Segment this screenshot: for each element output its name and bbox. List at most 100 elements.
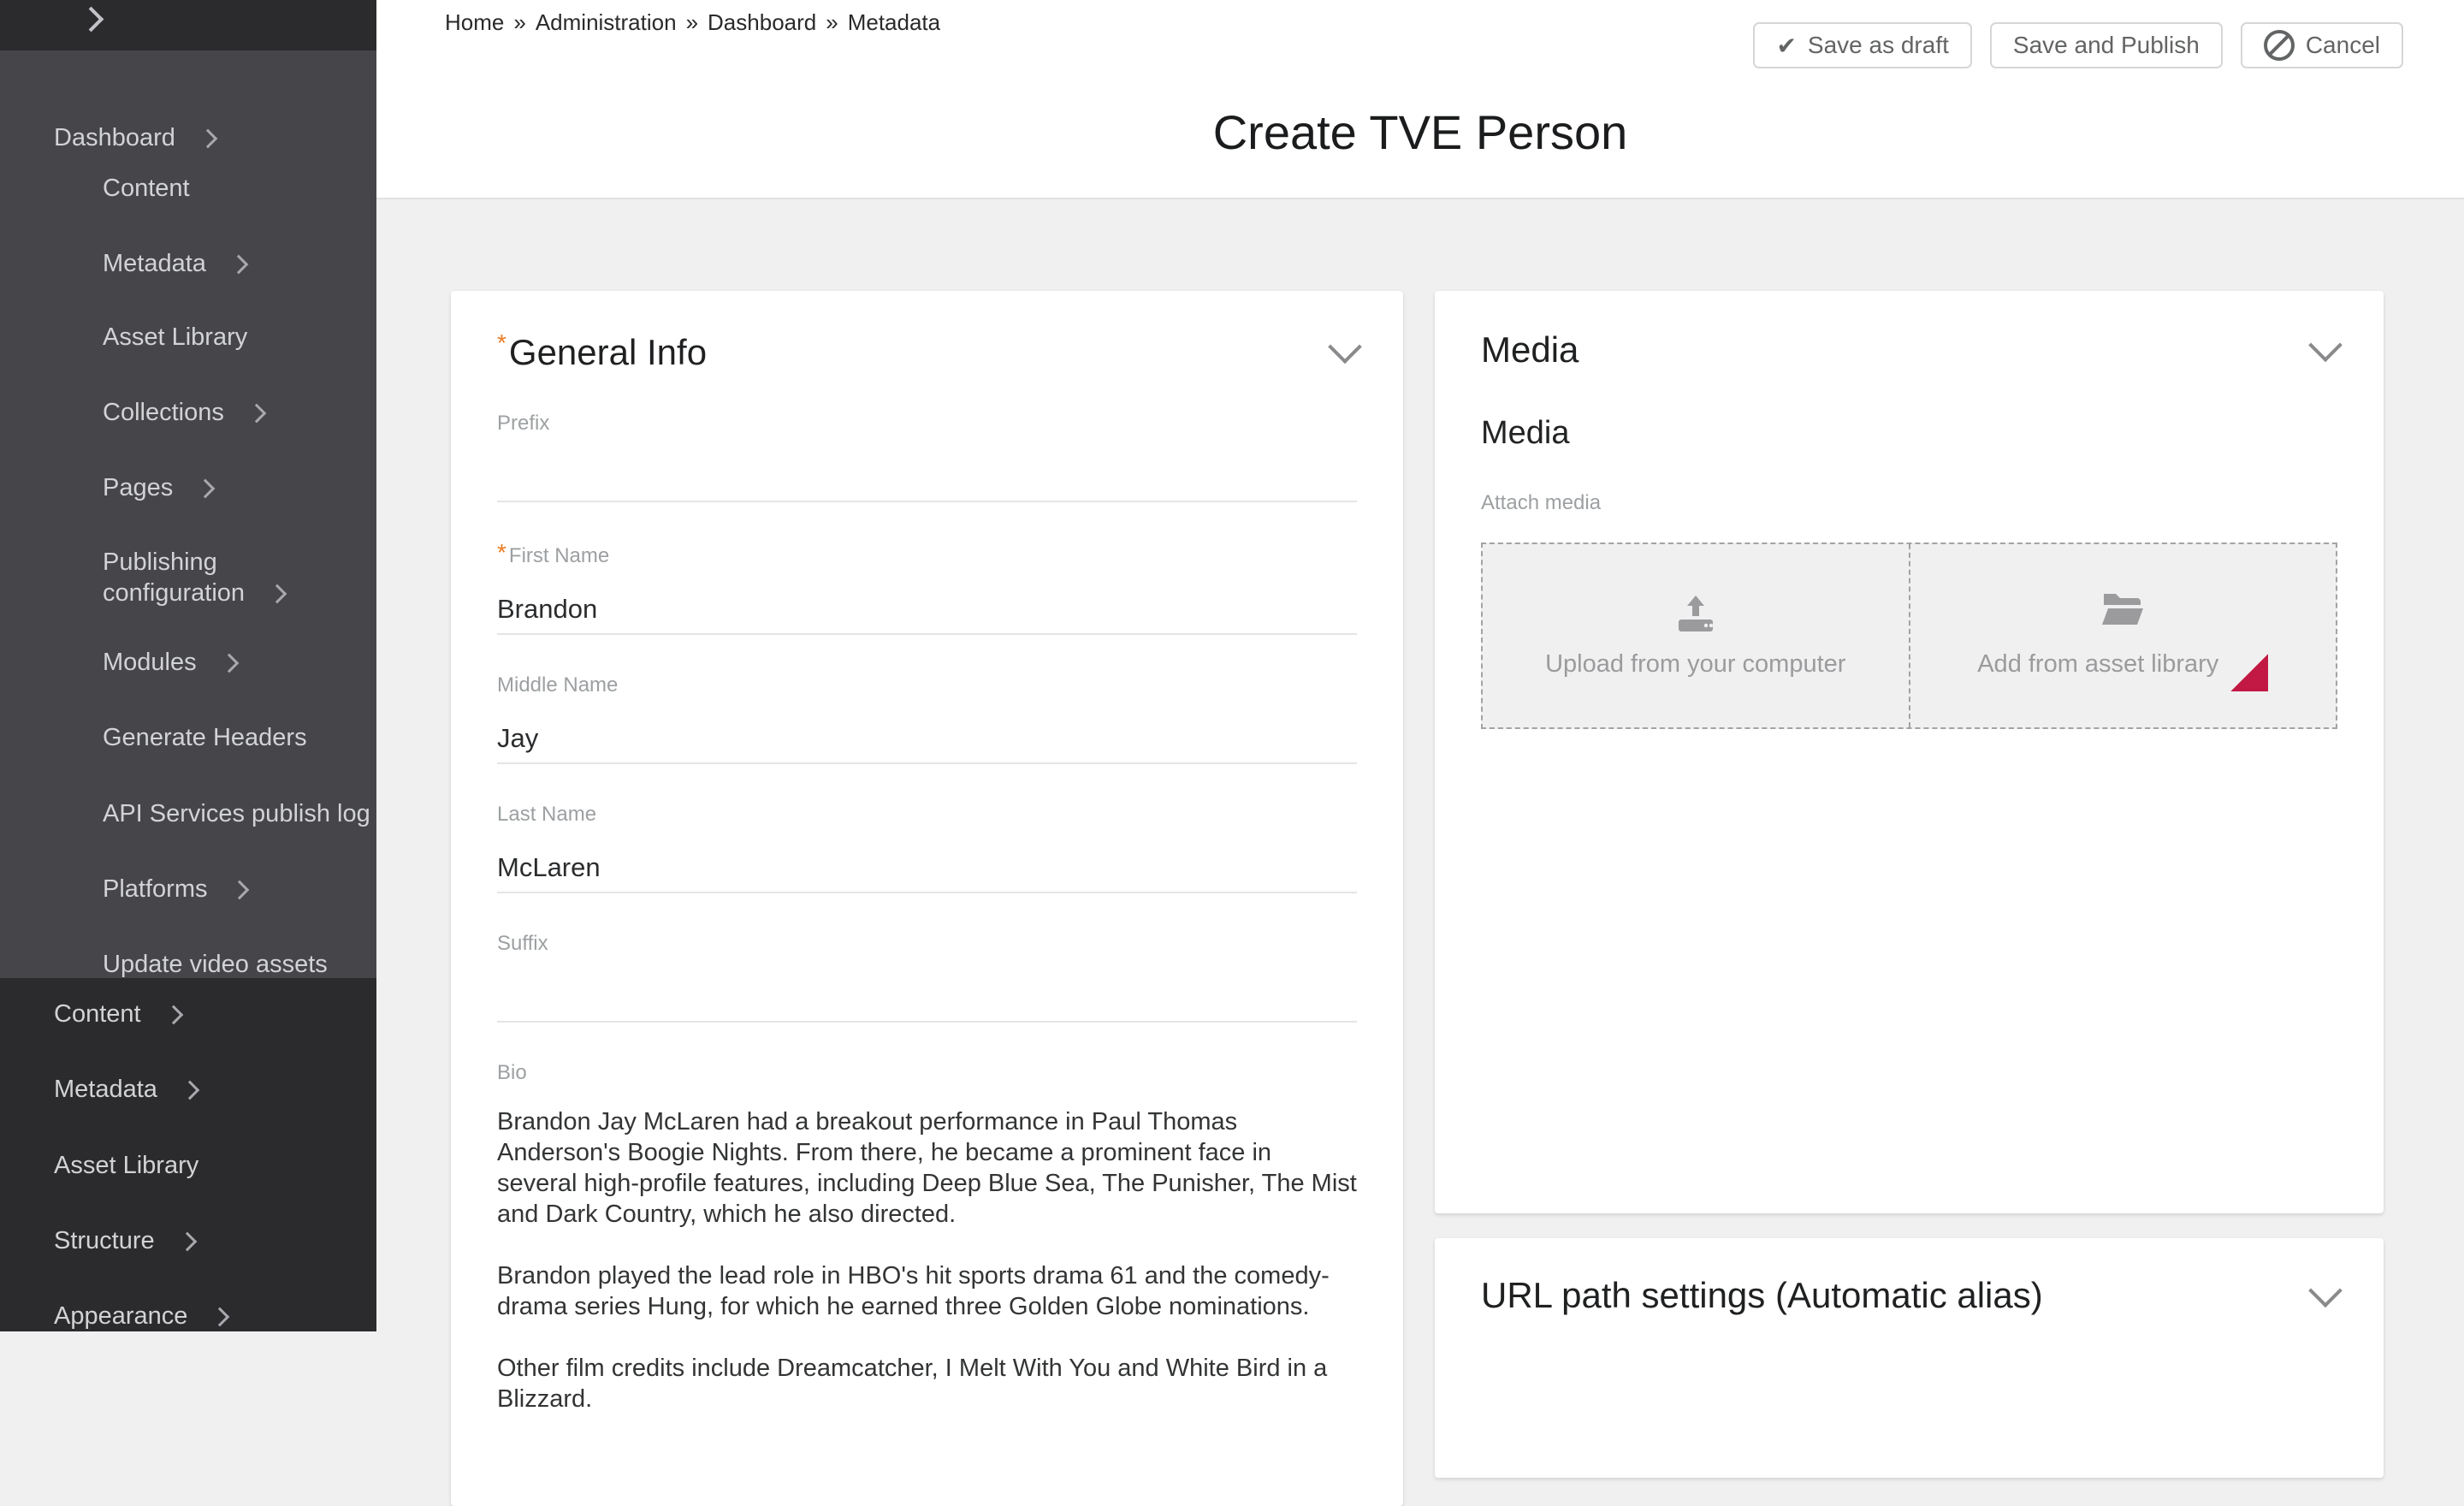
- general-info-header: *General Info: [451, 291, 1403, 373]
- sidebar-item-label: Publishing configuration: [103, 548, 245, 607]
- collapse-chevron-icon[interactable]: [2308, 329, 2343, 363]
- sidebar-expand-icon[interactable]: [79, 7, 104, 33]
- prefix-input[interactable]: [497, 436, 1357, 502]
- collapse-chevron-icon[interactable]: [1328, 329, 1362, 364]
- sidebar-item-label: Platforms: [103, 875, 207, 903]
- sidebar-item-update-video-assets[interactable]: Update video assets: [103, 949, 328, 980]
- add-from-asset-library-button[interactable]: Add from asset library: [1910, 544, 2337, 727]
- sidebar-item-collections[interactable]: Collections: [103, 397, 264, 428]
- upload-from-computer-button[interactable]: Upload from your computer: [1483, 544, 1910, 727]
- required-asterisk: *: [497, 539, 506, 566]
- chevron-right-icon: [229, 255, 249, 275]
- last-name-label: Last Name: [497, 803, 1357, 827]
- sidebar-item-label: Dashboard: [54, 124, 175, 151]
- chevron-right-icon: [210, 1307, 230, 1327]
- general-info-title: *General Info: [497, 329, 707, 373]
- field-last-name: Last Name McLaren: [497, 803, 1357, 893]
- upload-icon: [1673, 594, 1718, 633]
- sidebar-item-label: Metadata: [54, 1076, 157, 1103]
- sidebar-item-publishing-configuration[interactable]: Publishing configuration: [103, 547, 359, 608]
- sidebar-item-api-services-publish-log[interactable]: API Services publish log: [103, 798, 370, 829]
- sidebar-item-label: Pages: [103, 474, 173, 501]
- chevron-right-icon: [247, 404, 267, 424]
- breadcrumb-current-metadata: Metadata: [848, 9, 940, 35]
- bio-paragraph: Brandon Jay McLaren had a breakout perfo…: [497, 1106, 1357, 1230]
- sidebar-item-modules[interactable]: Modules: [103, 647, 236, 678]
- media-header: Media: [1435, 291, 2384, 371]
- general-info-fields: Prefix *First Name Brandon Middle Name J…: [451, 412, 1403, 1414]
- field-prefix: Prefix: [497, 412, 1357, 502]
- page-actions: ✔ Save as draft Save and Publish Cancel: [1753, 22, 2403, 68]
- sidebar-item-root-content[interactable]: Content: [54, 999, 181, 1029]
- sidebar: Dashboard Content Metadata Asset Library…: [0, 0, 376, 1331]
- cancel-button[interactable]: Cancel: [2241, 22, 2403, 68]
- breadcrumb-link-administration[interactable]: Administration: [536, 9, 677, 35]
- url-path-settings-header: URL path settings (Automatic alias): [1435, 1238, 2384, 1316]
- chevron-right-icon: [268, 584, 287, 604]
- sidebar-item-label: API Services publish log: [103, 800, 370, 827]
- save-and-publish-label: Save and Publish: [2013, 32, 2200, 59]
- url-path-settings-title: URL path settings (Automatic alias): [1481, 1275, 2043, 1316]
- sidebar-item-label: Generate Headers: [103, 724, 307, 751]
- sidebar-item-root-structure[interactable]: Structure: [54, 1225, 194, 1256]
- sidebar-item-label: Metadata: [103, 250, 206, 277]
- save-as-draft-button[interactable]: ✔ Save as draft: [1753, 22, 1971, 68]
- breadcrumb-link-home[interactable]: Home: [445, 9, 504, 35]
- chevron-right-icon: [177, 1232, 197, 1252]
- check-icon: ✔: [1776, 32, 1796, 60]
- chevron-right-icon: [196, 479, 216, 499]
- sidebar-item-root-asset-library[interactable]: Asset Library: [54, 1150, 198, 1181]
- sidebar-item-pages[interactable]: Pages: [103, 472, 212, 503]
- media-subtitle: Media: [1481, 415, 2337, 452]
- url-path-settings-card: URL path settings (Automatic alias): [1435, 1238, 2384, 1478]
- sidebar-item-content[interactable]: Content: [103, 173, 190, 204]
- field-middle-name: Middle Name Jay: [497, 673, 1357, 764]
- save-as-draft-label: Save as draft: [1808, 32, 1949, 59]
- bio-textarea[interactable]: Brandon Jay McLaren had a breakout perfo…: [497, 1106, 1357, 1414]
- media-card: Media Media Attach media Upload from you…: [1435, 291, 2384, 1213]
- first-name-input[interactable]: Brandon: [497, 568, 1357, 635]
- suffix-input[interactable]: [497, 956, 1357, 1023]
- breadcrumb-link-dashboard[interactable]: Dashboard: [708, 9, 816, 35]
- attach-media-label: Attach media: [1481, 491, 2337, 515]
- bio-paragraph: Brandon played the lead role in HBO's hi…: [497, 1260, 1357, 1322]
- cancel-label: Cancel: [2306, 32, 2380, 59]
- required-asterisk: *: [497, 329, 506, 356]
- sidebar-item-label: Collections: [103, 399, 224, 426]
- breadcrumb: Home»Administration»Dashboard»Metadata: [445, 9, 940, 36]
- sidebar-item-generate-headers[interactable]: Generate Headers: [103, 722, 307, 753]
- add-from-asset-library-label: Add from asset library: [1977, 650, 2218, 679]
- red-corner-triangle-icon: [2230, 654, 2268, 691]
- prefix-label: Prefix: [497, 412, 1357, 436]
- sidebar-item-label: Modules: [103, 649, 197, 676]
- sidebar-item-root-metadata[interactable]: Metadata: [54, 1074, 197, 1105]
- sidebar-item-asset-library[interactable]: Asset Library: [103, 322, 247, 353]
- field-first-name: *First Name Brandon: [497, 541, 1357, 635]
- sidebar-item-metadata[interactable]: Metadata: [103, 248, 246, 279]
- upload-from-computer-label: Upload from your computer: [1545, 650, 1845, 679]
- top-bar: Home»Administration»Dashboard»Metadata ✔…: [376, 0, 2464, 199]
- media-title: Media: [1481, 329, 1578, 371]
- dashboard-submenu-panel: Dashboard Content Metadata Asset Library…: [0, 50, 376, 978]
- chevron-right-icon: [230, 880, 250, 900]
- general-info-card: *General Info Prefix *First Name Brandon…: [451, 291, 1403, 1506]
- sidebar-item-dashboard[interactable]: Dashboard: [54, 122, 215, 153]
- collapse-chevron-icon[interactable]: [2308, 1274, 2343, 1308]
- breadcrumb-separator: »: [826, 9, 838, 35]
- sidebar-item-label: Appearance: [54, 1302, 187, 1330]
- sidebar-item-platforms[interactable]: Platforms: [103, 874, 246, 904]
- attach-media-dropzone: Upload from your computer Add from asset…: [1481, 543, 2337, 729]
- last-name-input[interactable]: McLaren: [497, 827, 1357, 893]
- save-and-publish-button[interactable]: Save and Publish: [1990, 22, 2223, 68]
- sidebar-top-strip: [0, 0, 376, 50]
- chevron-right-icon: [198, 129, 218, 149]
- first-name-label: *First Name: [497, 541, 1357, 568]
- field-suffix: Suffix: [497, 932, 1357, 1023]
- middle-name-label: Middle Name: [497, 673, 1357, 697]
- sidebar-item-label: Update video assets: [103, 951, 328, 978]
- chevron-right-icon: [163, 1005, 183, 1025]
- breadcrumb-separator: »: [513, 9, 525, 35]
- middle-name-input[interactable]: Jay: [497, 697, 1357, 764]
- sidebar-item-label: Content: [103, 175, 190, 202]
- sidebar-item-root-appearance[interactable]: Appearance: [54, 1301, 227, 1331]
